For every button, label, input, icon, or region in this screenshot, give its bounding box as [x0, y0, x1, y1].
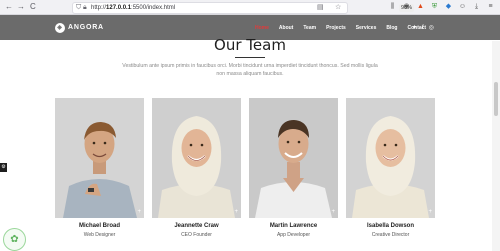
- menu-item-home[interactable]: Home: [250, 23, 274, 33]
- member-role: Creative Director: [371, 232, 410, 238]
- team-card[interactable]: +: [249, 98, 338, 218]
- twitter-icon[interactable]: ✦: [412, 23, 417, 33]
- back-icon[interactable]: ←: [5, 2, 13, 12]
- browser-toolbar: ← → C ⛉ 🔒︎ http://127.0.0.1:5500/index.h…: [0, 0, 500, 15]
- address-bar[interactable]: ⛉ 🔒︎ http://127.0.0.1:5500/index.html ▤ …: [72, 2, 415, 14]
- member-photo: [249, 98, 338, 218]
- menu-item-services[interactable]: Services: [351, 23, 382, 33]
- team-card[interactable]: +: [55, 98, 144, 218]
- social-links: ✦ f ◎: [412, 23, 434, 33]
- section-intro: Vestibulum ante ipsum primis in faucibus…: [122, 63, 378, 77]
- bookmark-icon[interactable]: ☆: [335, 3, 341, 13]
- menu-item-projects[interactable]: Projects: [321, 23, 351, 33]
- forward-icon[interactable]: →: [17, 2, 25, 12]
- profile-icon[interactable]: ☺: [458, 2, 467, 11]
- reader-icon[interactable]: ▤: [317, 3, 324, 13]
- brand-logo[interactable]: ◈ ANGORA: [55, 22, 104, 33]
- member-name: Martin Lawrence: [269, 223, 318, 229]
- shield-icon: ⛉: [76, 4, 82, 11]
- reload-icon[interactable]: C: [30, 2, 36, 12]
- member-role: CEO Founder: [181, 232, 212, 238]
- scrollbar-thumb[interactable]: [494, 82, 498, 116]
- plus-icon[interactable]: +: [428, 209, 432, 215]
- instagram-icon[interactable]: ◎: [429, 23, 434, 33]
- menu-icon[interactable]: ≡: [486, 2, 495, 11]
- plus-icon[interactable]: +: [331, 209, 335, 215]
- member-name: Jeannette Craw: [174, 223, 219, 229]
- library-icon[interactable]: ⫼: [388, 2, 397, 11]
- settings-toggle-icon[interactable]: ⚙: [0, 163, 7, 172]
- member-photo: [346, 98, 435, 218]
- scrollbar-track[interactable]: [492, 41, 500, 251]
- brand-name: ANGORA: [68, 24, 104, 31]
- title-divider: [235, 57, 265, 58]
- lock-icon: 🔒︎: [83, 4, 87, 11]
- url-text: http://127.0.0.1:5500/index.html: [91, 5, 176, 11]
- team-card[interactable]: +: [346, 98, 435, 218]
- team-card[interactable]: +: [152, 98, 241, 218]
- member-role: App Developer: [276, 232, 311, 238]
- plus-icon[interactable]: +: [137, 209, 141, 215]
- vpn-icon[interactable]: ◆: [444, 2, 453, 11]
- adblock-icon[interactable]: ⛨: [430, 2, 439, 11]
- member-role: Web Designer: [83, 232, 116, 238]
- main-menu: Home About Team Projects Services Blog C…: [250, 23, 431, 33]
- account-icon[interactable]: ◉: [402, 2, 411, 11]
- member-name: Isabella Dowson: [366, 223, 414, 229]
- plus-icon[interactable]: +: [234, 209, 238, 215]
- menu-item-about[interactable]: About: [274, 23, 298, 33]
- menu-item-blog[interactable]: Blog: [381, 23, 402, 33]
- member-photo: [55, 98, 144, 218]
- member-photo: [152, 98, 241, 218]
- watermark-badge-icon: ✿: [3, 228, 26, 251]
- logo-icon: ◈: [55, 22, 65, 33]
- member-name: Michael Broad: [78, 223, 120, 229]
- section-title: Our Team: [214, 36, 286, 54]
- facebook-icon[interactable]: f: [422, 23, 424, 33]
- downloads-icon[interactable]: ⤓: [472, 2, 481, 11]
- menu-item-team[interactable]: Team: [298, 23, 321, 33]
- extension-icon[interactable]: ▲: [416, 2, 425, 11]
